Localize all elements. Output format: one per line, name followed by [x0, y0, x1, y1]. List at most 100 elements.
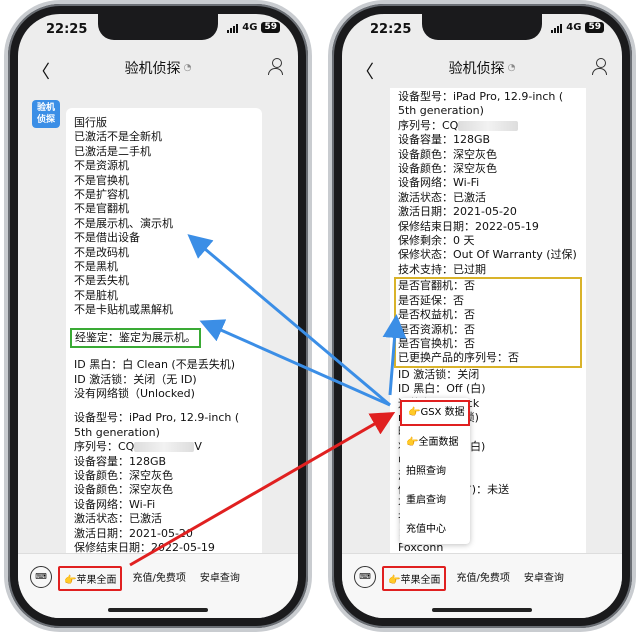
redacted-serial — [134, 442, 195, 453]
avatar-text-1: 验机 — [36, 103, 55, 113]
page-title: 验机侦探 — [448, 61, 505, 77]
status-bar: 22:25 4G 59 — [342, 20, 622, 40]
serial-label: 序列号：CQ — [74, 440, 135, 454]
right-phone: 22:25 4G 59 〈 验机侦探 ◔ 设备型号：iPad Pro, 12.9-… — [332, 4, 632, 628]
left-screen: 22:25 4G 59 〈 验机侦探 ◔ 验机 侦探 国行版 已激活不是全新机 已激活… — [18, 14, 298, 618]
redacted-serial — [458, 120, 519, 131]
popup-full-data[interactable]: 👉全面数据 — [400, 428, 470, 457]
check-item: 不是官换机 — [74, 173, 129, 187]
id-status-item: 没有网络锁（Unlocked) — [74, 386, 195, 400]
device-info-item: 技术支持：已过期 — [398, 262, 486, 276]
menu-apple-full[interactable]: 👉苹果全面 — [382, 566, 447, 591]
check-item: 不是展示机、演示机 — [74, 216, 173, 230]
back-icon[interactable]: 〈 — [32, 58, 50, 84]
device-info-item: 设备颜色：深空灰色 — [74, 468, 173, 482]
id-status-item: ID 黑白：白 Clean (不是丢失机) — [74, 358, 236, 372]
status-bar: 22:25 4G 59 — [18, 20, 298, 40]
popup-recharge-center[interactable]: 充值中心 — [400, 515, 470, 544]
device-info-item: 激活状态：已激活 — [74, 512, 162, 526]
network-label: 4G — [242, 22, 258, 33]
menu-recharge[interactable]: 充值/免费项 — [128, 566, 189, 591]
keyboard-icon[interactable]: ⌨ — [30, 566, 52, 588]
lock-status-item: ID 黑白：Off (白) — [398, 382, 486, 396]
check-item: 不是扩容机 — [74, 188, 129, 202]
check-item: 是否官翻机：否 — [398, 279, 475, 293]
check-item: 不是借出设备 — [74, 231, 140, 245]
menu-apple-full[interactable]: 👉苹果全面 — [58, 566, 123, 591]
nav-bar: 〈 验机侦探 ◔ — [342, 48, 622, 88]
status-indicators: 4G 59 — [227, 22, 280, 33]
avatar-text-2: 侦探 — [36, 115, 55, 125]
right-screen: 22:25 4G 59 〈 验机侦探 ◔ 设备型号：iPad Pro, 12.9-… — [342, 14, 622, 618]
device-info-item: 设备容量：128GB — [74, 454, 167, 468]
device-info-item: 激活日期：2021-05-20 — [398, 205, 517, 219]
status-time: 22:25 — [46, 22, 88, 37]
chat-area: 验机 侦探 国行版 已激活不是全新机 已激活是二手机 不是资源机 不是官换机 不是扩容机不… — [18, 88, 298, 554]
check-item: 不是黑机 — [74, 260, 118, 274]
popup-menu: 👉GSX 数据 👉全面数据 拍照查询 重启查询 充值中心 — [400, 398, 470, 544]
lock-status-item: ID 激活锁：关闭 — [398, 367, 480, 381]
check-item: 不是改码机 — [74, 245, 129, 259]
profile-icon[interactable] — [268, 58, 284, 76]
left-phone: 22:25 4G 59 〈 验机侦探 ◔ 验机 侦探 国行版 已激活不是全新机 已激活… — [8, 4, 308, 628]
page-title: 验机侦探 — [124, 61, 181, 77]
serial-tail: V — [194, 440, 202, 454]
device-info-item: 保修剩余：0 天 — [398, 234, 475, 248]
check-item: 是否资源机：否 — [398, 322, 475, 336]
signal-icon — [227, 23, 239, 33]
device-info-item: 激活日期：2021-05-20 — [74, 526, 193, 540]
menu-buttons: 👉苹果全面 充值/免费项 安卓查询 — [382, 566, 568, 591]
profile-icon[interactable] — [592, 58, 608, 76]
check-item: 不是资源机 — [74, 159, 129, 173]
bottom-menu-bar: ⌨ 👉苹果全面 充值/免费项 安卓查询 — [342, 553, 622, 618]
check-item: 是否官换机：否 — [398, 336, 475, 350]
device-info-item: 设备网络：Wi-Fi — [74, 497, 156, 511]
home-indicator — [432, 608, 532, 612]
serial-line: 序列号：CQ V — [74, 440, 254, 454]
device-info-item: 激活状态：已激活 — [398, 190, 486, 204]
model-label: 设备型号：iPad Pro, 12.9-inch ( — [398, 90, 564, 103]
popup-restart-query[interactable]: 重启查询 — [400, 486, 470, 515]
chat-area: 设备型号：iPad Pro, 12.9-inch ( 5th generatio… — [342, 88, 622, 554]
nav-bar: 〈 验机侦探 ◔ — [18, 48, 298, 88]
check-item: 已激活是二手机 — [74, 144, 151, 158]
device-info-list: 设备容量：128GB 设备颜色：深空灰色 设备颜色：深空灰色 设备网络：Wi-Fi 激活… — [398, 133, 578, 277]
back-icon[interactable]: 〈 — [356, 58, 374, 84]
verified-icon: ◔ — [183, 63, 192, 73]
menu-recharge[interactable]: 充值/免费项 — [452, 566, 513, 591]
check-item: 不是丢失机 — [74, 274, 129, 288]
keyboard-icon[interactable]: ⌨ — [354, 566, 376, 588]
menu-android[interactable]: 安卓查询 — [196, 566, 244, 591]
device-info-item: 保修状态：Out Of Warranty (过保) — [398, 248, 577, 262]
menu-buttons: 👉苹果全面 充值/免费项 安卓查询 — [58, 566, 244, 591]
bot-avatar[interactable]: 验机 侦探 — [32, 100, 60, 128]
serial-label: 序列号：CQ — [398, 118, 459, 132]
device-info-item: 设备网络：Wi-Fi — [398, 176, 480, 190]
battery-icon: 59 — [261, 22, 280, 33]
bottom-menu-bar: ⌨ 👉苹果全面 充值/免费项 安卓查询 — [18, 553, 298, 618]
check-item: 不是官翻机 — [74, 202, 129, 216]
check-list: 国行版 已激活不是全新机 已激活是二手机 不是资源机 不是官换机 不是扩容机 不是官翻机 不是… — [74, 116, 254, 318]
check-item: 国行版 — [74, 116, 107, 129]
model-label-2: 5th generation) — [74, 425, 160, 439]
check-item: 是否权益机：否 — [398, 308, 475, 322]
device-info-item: 保修结束日期：2022-05-19 — [398, 219, 539, 233]
check-highlight-box: 是否官翻机：否 是否延保：否 是否权益机：否 是否资源机：否 是否官换机：否 已更换产品的… — [394, 277, 582, 368]
popup-gsx-data[interactable]: 👉GSX 数据 — [400, 400, 470, 426]
signal-icon — [551, 23, 563, 33]
check-item: 是否延保：否 — [398, 293, 464, 307]
battery-icon: 59 — [585, 22, 604, 33]
device-info-list: 设备容量：128GB 设备颜色：深空灰色 设备颜色：深空灰色 设备网络：Wi-Fi 激活… — [74, 455, 254, 554]
status-time: 22:25 — [370, 22, 412, 37]
id-status-item: ID 激活锁：关闭（无 ID) — [74, 372, 197, 386]
popup-photo-query[interactable]: 拍照查询 — [400, 457, 470, 486]
status-indicators: 4G 59 — [551, 22, 604, 33]
check-item: 已激活不是全新机 — [74, 130, 162, 144]
model-label-2: 5th generation) — [398, 104, 484, 118]
menu-android[interactable]: 安卓查询 — [520, 566, 568, 591]
model-label: 设备型号：iPad Pro, 12.9-inch ( — [74, 411, 240, 425]
check-item: 已更换产品的序列号：否 — [398, 351, 519, 365]
device-info-item: 设备颜色：深空灰色 — [74, 483, 173, 497]
check-item: 不是卡贴机或黑解机 — [74, 303, 173, 317]
home-indicator — [108, 608, 208, 612]
